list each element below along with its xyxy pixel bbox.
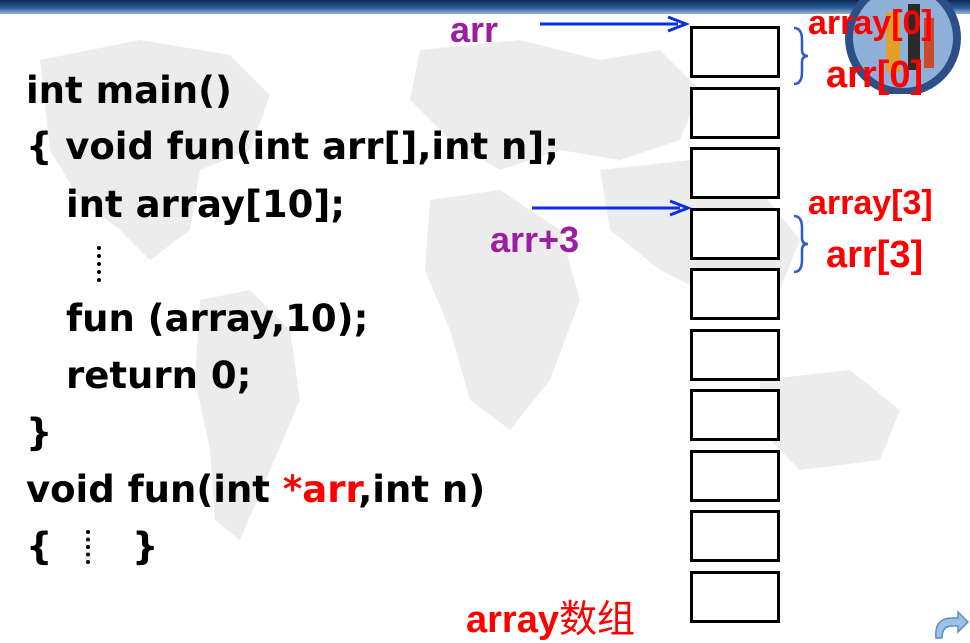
array-caption-cjk: 数组 bbox=[558, 597, 635, 641]
array-cell bbox=[690, 389, 780, 441]
code-line-return: return 0; bbox=[66, 354, 252, 397]
array-caption-latin: array bbox=[466, 599, 559, 641]
code-line-fun-def: void fun(int *arr,int n) bbox=[26, 471, 485, 508]
array-cell bbox=[690, 328, 780, 381]
brace-icon bbox=[793, 214, 809, 274]
brace-icon bbox=[793, 26, 809, 86]
fun-def-prefix: void fun(int bbox=[26, 468, 283, 511]
code-line-fun-body-close: } bbox=[132, 525, 159, 568]
array-cell bbox=[690, 268, 780, 320]
label-arr-3: arr[3] bbox=[826, 234, 924, 276]
fun-def-pointer-param: *arr bbox=[282, 468, 359, 511]
array-cell bbox=[690, 86, 780, 139]
code-line-array-decl: int array[10]; bbox=[66, 183, 346, 226]
array-caption: array数组 bbox=[466, 600, 635, 639]
code-line-fun-call: fun (array,10); bbox=[66, 297, 369, 340]
arrow-right-icon bbox=[540, 15, 690, 33]
array-cell bbox=[690, 449, 780, 502]
vertical-ellipsis-icon bbox=[97, 246, 105, 282]
array-cell bbox=[690, 147, 780, 199]
label-array-3: array[3] bbox=[808, 184, 933, 222]
array-cell bbox=[690, 510, 780, 562]
array-cell bbox=[690, 26, 780, 78]
pointer-arr-label: arr bbox=[450, 9, 499, 50]
array-cell bbox=[690, 207, 780, 260]
array-cell bbox=[690, 570, 780, 623]
slide: int main() { void fun(int arr[],int n]; … bbox=[0, 0, 970, 643]
label-arr-0: arr[0] bbox=[826, 54, 924, 96]
pointer-arr-plus-3-label: arr+3 bbox=[490, 219, 580, 260]
return-arrow-icon[interactable] bbox=[930, 610, 970, 643]
code-line-close-brace: } bbox=[26, 411, 53, 454]
code-line-main: int main() bbox=[26, 69, 232, 112]
code-line-fun-decl: { void fun(int arr[],int n]; bbox=[26, 125, 560, 168]
code-line-fun-body-open: { bbox=[26, 525, 53, 568]
vertical-ellipsis-icon bbox=[86, 530, 94, 564]
arrow-right-icon bbox=[532, 199, 692, 217]
label-array-0: array[0] bbox=[808, 4, 933, 42]
fun-def-suffix: ,int n) bbox=[358, 468, 486, 511]
